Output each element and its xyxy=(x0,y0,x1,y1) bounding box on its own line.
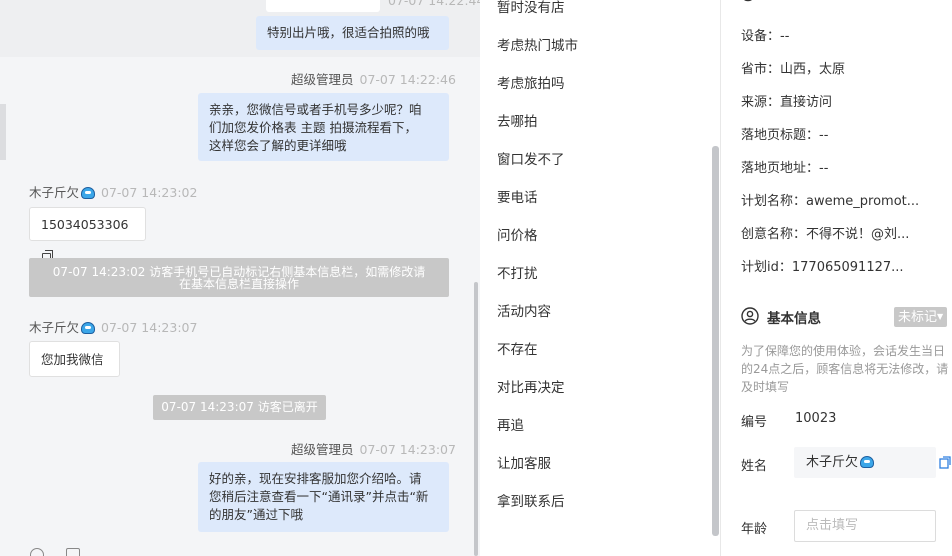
message-bubble: 您加我微信 xyxy=(29,341,120,377)
quick-reply-item[interactable]: 要电话 xyxy=(497,186,538,206)
message-meta: 超级管理员 07-07 14:23:07 xyxy=(291,439,456,458)
message-bubble: 15034053306 xyxy=(29,207,146,263)
info-row-source: 来源：直接访问 xyxy=(741,95,833,110)
message-time: 07-07 14:23:07 xyxy=(359,442,456,457)
name-field[interactable]: 木子斤欠 xyxy=(794,447,936,478)
field-value-id: 10023 xyxy=(795,411,837,426)
quick-reply-item[interactable]: 去哪拍 xyxy=(497,110,538,130)
quick-reply-item[interactable]: 让加客服 xyxy=(497,452,551,472)
info-row-device: 设备：-- xyxy=(741,29,790,44)
quick-reply-list: 暂时没有店 考虑热门城市 考虑旅拍吗 去哪拍 窗口发不了 要电话 问价格 不打扰… xyxy=(481,0,720,556)
message-time: 07-07 14:22:44 xyxy=(388,0,480,8)
quick-reply-item[interactable]: 窗口发不了 xyxy=(497,148,565,168)
message-bubble: 好的亲，现在安排客服加您介绍哈。请 您稍后注意查看一下“通讯录”并点击“新 的朋友”… xyxy=(198,462,449,532)
quick-reply-item[interactable]: 再追 xyxy=(497,414,524,434)
info-row-landing-url: 落地页地址：-- xyxy=(741,161,829,176)
notice-text: 为了保障您的使用体验，会话发生当日 的24点之后，顾客信息将无法修改，请 及时填写 xyxy=(741,344,949,394)
sender-name: 超级管理员 xyxy=(291,72,354,87)
quick-reply-item[interactable]: 问价格 xyxy=(497,224,538,244)
message-meta: 超级管理员 07-07 14:22:46 xyxy=(291,69,456,88)
quick-reply-scrollbar[interactable] xyxy=(712,146,719,536)
system-notice: 07-07 14:23:07 访客已离开 xyxy=(153,395,326,420)
message-meta: 木子斤欠 07-07 14:23:07 xyxy=(29,317,197,336)
quick-reply-item[interactable]: 活动内容 xyxy=(497,300,551,320)
section-title: 基本信息 xyxy=(767,311,821,327)
chat-left-edge-mark xyxy=(0,104,6,160)
info-row-plan-id: 计划id：177065091127... xyxy=(741,260,904,275)
system-notice: 07-07 14:23:02 访客手机号已自动标记右侧基本信息栏，如需修改请 在基… xyxy=(29,258,449,297)
partial-bubble xyxy=(266,0,380,12)
message-bubble: 特别出片哦，很适合拍照的哦 xyxy=(256,16,449,50)
info-row-creative-name: 创意名称：不得不说！@刘... xyxy=(741,227,910,242)
quick-reply-item[interactable]: 考虑旅拍吗 xyxy=(497,72,565,92)
quick-reply-item[interactable]: 暂时没有店 xyxy=(497,0,565,16)
user-icon xyxy=(741,307,759,325)
info-row-landing-title: 落地页标题：-- xyxy=(741,128,829,143)
info-row-plan-name: 计划名称：aweme_promot... xyxy=(741,194,920,209)
emoji-icon xyxy=(81,322,96,334)
info-row-region: 省市：山西，太原 xyxy=(741,62,846,77)
quick-reply-item[interactable]: 拿到联系后 xyxy=(497,490,565,510)
field-label-name: 姓名 xyxy=(741,459,768,474)
sender-name: 超级管理员 xyxy=(291,442,354,457)
age-field[interactable]: 点击填写 xyxy=(794,510,936,542)
message-time: 07-07 14:23:02 xyxy=(101,185,198,200)
quick-reply-item[interactable]: 不打扰 xyxy=(497,262,538,282)
chat-panel: 07-07 14:22:44 特别出片哦，很适合拍照的哦 超级管理员 07-07 … xyxy=(0,0,480,556)
emoji-picker-icon[interactable] xyxy=(30,548,44,556)
field-label-id: 编号 xyxy=(741,415,768,430)
visitor-info-panel: 设备：-- 省市：山西，太原 来源：直接访问 落地页标题：-- 落地页地址：--… xyxy=(721,0,952,556)
message-bubble: 亲亲，您微信号或者手机号多少呢？咱 们加您发价格表 主题 拍摄流程看下， 这样您会了… xyxy=(198,93,449,161)
sender-name: 木子斤欠 xyxy=(29,320,80,335)
message-time: 07-07 14:23:07 xyxy=(101,320,198,335)
quick-reply-item[interactable]: 对比再决定 xyxy=(497,376,565,396)
tag-status-dropdown[interactable]: 未标记▼ xyxy=(894,307,948,327)
image-upload-icon[interactable] xyxy=(66,548,80,556)
emoji-icon xyxy=(81,187,96,199)
chat-scrollbar[interactable] xyxy=(474,282,478,556)
quick-reply-item[interactable]: 不存在 xyxy=(497,338,538,358)
message-meta: 木子斤欠 07-07 14:23:02 xyxy=(29,182,197,201)
message-time: 07-07 14:22:46 xyxy=(359,72,456,87)
quick-reply-item[interactable]: 考虑热门城市 xyxy=(497,34,578,54)
edit-icon[interactable] xyxy=(939,456,951,469)
emoji-icon xyxy=(860,456,875,468)
field-label-age: 年龄 xyxy=(741,522,768,537)
sender-name: 木子斤欠 xyxy=(29,185,80,200)
caret-down-icon: ▼ xyxy=(937,312,944,321)
section-header-icon xyxy=(743,0,753,2)
